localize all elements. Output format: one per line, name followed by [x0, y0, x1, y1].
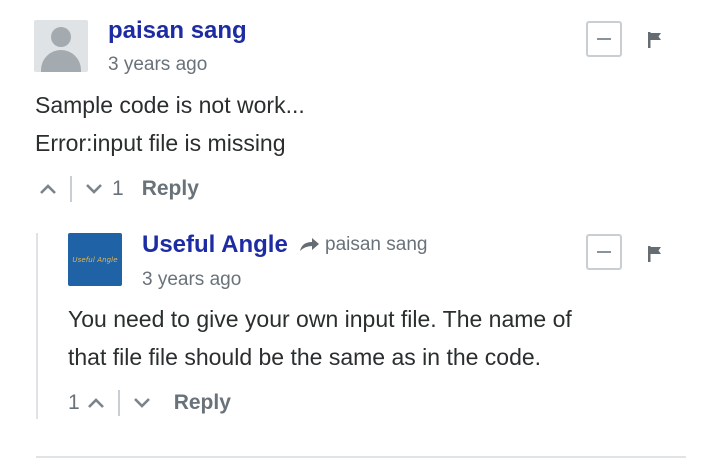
comment-message: Sample code is not work... Error:input f…	[35, 86, 305, 162]
avatar-head	[51, 27, 71, 47]
author-name[interactable]: paisan sang	[108, 17, 247, 45]
downvote-count: 1	[112, 177, 124, 200]
downvote-icon[interactable]	[84, 182, 104, 196]
timestamp[interactable]: 3 years ago	[108, 54, 207, 76]
downvote-icon[interactable]	[132, 396, 152, 410]
flag-icon[interactable]	[648, 246, 662, 262]
avatar[interactable]	[34, 20, 88, 72]
reply-button[interactable]: Reply	[142, 177, 199, 201]
upvote-icon[interactable]	[86, 396, 106, 410]
avatar[interactable]: Useful Angle	[68, 233, 122, 286]
message-line: Error:input file is missing	[35, 130, 286, 156]
upvote-count: 1	[68, 391, 80, 414]
parent-author[interactable]: paisan sang	[325, 234, 427, 256]
flag-icon[interactable]	[648, 32, 662, 48]
vote-row: 1 Reply	[38, 176, 199, 202]
vote-separator	[117, 390, 120, 416]
collapse-icon	[597, 251, 611, 253]
collapse-button[interactable]	[586, 21, 622, 57]
avatar-logo-text: Useful Angle	[72, 255, 118, 264]
author-name[interactable]: Useful Angle	[142, 231, 288, 259]
timestamp[interactable]: 3 years ago	[142, 269, 241, 291]
in-reply-to[interactable]: paisan sang	[298, 234, 427, 256]
reply-arrow-icon	[300, 238, 319, 251]
divider	[36, 456, 686, 458]
message-line: that file file should be the same as in …	[68, 344, 542, 370]
reply-button[interactable]: Reply	[174, 391, 231, 415]
comment-message: You need to give your own input file. Th…	[68, 300, 572, 376]
avatar-body	[41, 50, 81, 72]
collapse-button[interactable]	[586, 234, 622, 270]
collapse-icon	[597, 38, 611, 40]
vote-row: 1 Reply	[68, 390, 231, 416]
message-line: Sample code is not work...	[35, 92, 305, 118]
reply-thread-line	[36, 233, 38, 419]
vote-separator	[70, 176, 72, 202]
upvote-icon[interactable]	[38, 182, 58, 196]
message-line: You need to give your own input file. Th…	[68, 306, 572, 332]
